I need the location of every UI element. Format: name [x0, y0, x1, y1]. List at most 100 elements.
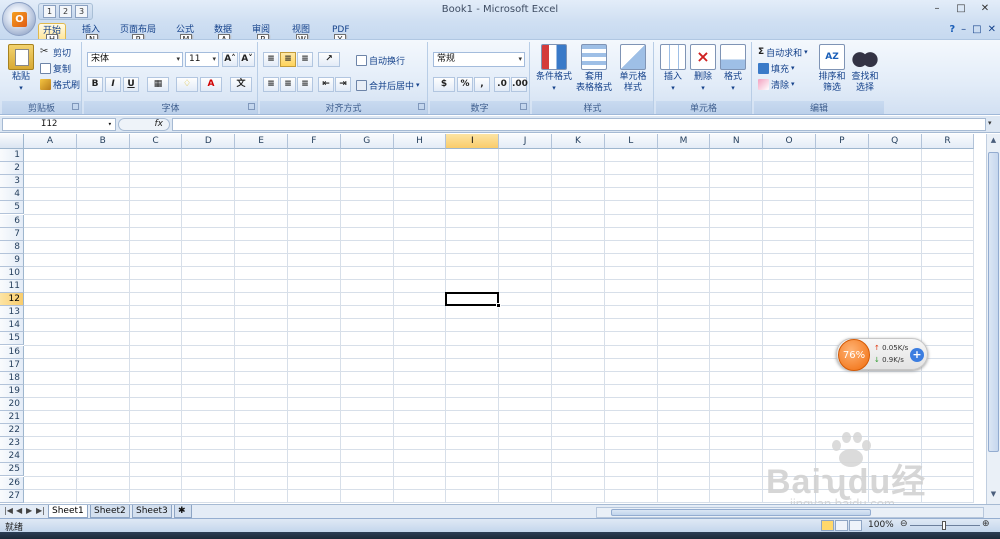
delete-cells-button[interactable]: × 删除 ▾	[688, 44, 718, 94]
prev-sheet-icon[interactable]: ◀	[16, 506, 22, 515]
align-left-button[interactable]: ≡	[263, 77, 279, 92]
fill-color-button[interactable]: ♢	[176, 77, 198, 92]
column-header[interactable]: M	[657, 134, 711, 149]
zoom-knob[interactable]	[942, 521, 946, 530]
find-select-button[interactable]: 查找和 选择	[848, 44, 882, 94]
row-header[interactable]: 18	[0, 371, 24, 385]
sheet-tab-sheet1[interactable]: Sheet1	[48, 505, 88, 518]
merge-center-button[interactable]: 合并后居中 ▾	[356, 78, 420, 92]
alignment-launcher-icon[interactable]	[418, 103, 425, 110]
column-header[interactable]: Q	[868, 134, 922, 149]
phonetic-button[interactable]: 文	[230, 77, 252, 92]
column-header[interactable]: R	[921, 134, 975, 149]
insert-sheet-icon[interactable]: ✱	[174, 505, 192, 518]
wrap-text-button[interactable]: 自动换行	[356, 53, 405, 67]
name-box[interactable]: I12 ▾	[2, 118, 116, 131]
row-header[interactable]: 25	[0, 463, 24, 477]
doc-minimize-button[interactable]: –	[961, 24, 966, 35]
zoom-in-icon[interactable]: ⊕	[982, 519, 990, 529]
zoom-out-icon[interactable]: ⊖	[900, 519, 908, 529]
column-header[interactable]: A	[24, 134, 77, 149]
zoom-slider[interactable]: ⊖ ⊕	[900, 519, 990, 530]
column-header[interactable]: E	[235, 134, 288, 149]
zoom-level[interactable]: 100%	[868, 520, 894, 530]
row-header[interactable]: 21	[0, 411, 24, 425]
column-header[interactable]: B	[76, 134, 130, 149]
column-header[interactable]: O	[763, 134, 816, 149]
sheet-tab-sheet2[interactable]: Sheet2	[90, 505, 130, 518]
close-button[interactable]: ✕	[974, 2, 996, 17]
cut-button[interactable]: ✂ 剪切	[40, 45, 71, 59]
row-header[interactable]: 17	[0, 358, 24, 372]
increase-decimal-button[interactable]: .0	[494, 77, 510, 92]
row-header[interactable]: 12	[0, 293, 24, 307]
align-center-button[interactable]: ≡	[280, 77, 296, 92]
office-button[interactable]: O	[2, 2, 36, 36]
currency-button[interactable]: $	[433, 77, 455, 92]
row-header[interactable]: 23	[0, 437, 24, 451]
column-header[interactable]: H	[393, 134, 447, 149]
page-break-view-button[interactable]	[849, 520, 862, 531]
scroll-up-icon[interactable]: ▲	[988, 136, 999, 148]
column-header[interactable]: C	[129, 134, 183, 149]
normal-view-button[interactable]	[821, 520, 834, 531]
cell-styles-button[interactable]: 单元格 样式	[614, 44, 652, 94]
column-header[interactable]: K	[552, 134, 605, 149]
row-header[interactable]: 7	[0, 227, 24, 241]
qat-save-button[interactable]: 1	[43, 5, 56, 18]
increase-indent-button[interactable]: ⇥	[335, 77, 351, 92]
column-header[interactable]: L	[604, 134, 658, 149]
font-size-combo[interactable]: 11 ▾	[185, 52, 219, 67]
format-painter-button[interactable]: 格式刷	[40, 77, 80, 91]
column-header[interactable]: D	[182, 134, 236, 149]
maximize-button[interactable]: □	[950, 2, 972, 17]
row-header[interactable]: 27	[0, 489, 24, 503]
qat-undo-button[interactable]: 2	[59, 5, 72, 18]
font-launcher-icon[interactable]	[248, 103, 255, 110]
format-as-table-button[interactable]: 套用 表格格式	[574, 44, 614, 94]
align-top-button[interactable]: ≡	[263, 52, 279, 67]
expand-formula-bar-icon[interactable]: ▾	[988, 119, 998, 129]
font-color-button[interactable]: A	[200, 77, 222, 92]
qat-redo-button[interactable]: 3	[75, 5, 88, 18]
fill-handle[interactable]	[496, 303, 502, 309]
grow-font-button[interactable]: A˄	[222, 52, 238, 67]
number-format-combo[interactable]: 常规 ▾	[433, 52, 525, 67]
doc-close-button[interactable]: ✕	[988, 24, 996, 35]
insert-function-button[interactable]: fx	[118, 118, 170, 131]
orientation-button[interactable]: ↗	[318, 52, 340, 67]
horizontal-scrollbar[interactable]	[596, 507, 984, 518]
first-sheet-icon[interactable]: |◀	[4, 506, 13, 515]
clear-button[interactable]: 清除 ▾	[758, 77, 795, 91]
column-header[interactable]: G	[340, 134, 394, 149]
italic-button[interactable]: I	[105, 77, 121, 92]
border-button[interactable]: ▦	[147, 77, 169, 92]
autosum-button[interactable]: Σ 自动求和 ▾	[758, 45, 808, 59]
sort-filter-button[interactable]: AZ 排序和 筛选	[816, 44, 848, 94]
last-sheet-icon[interactable]: ▶|	[36, 506, 45, 515]
row-header[interactable]: 22	[0, 424, 24, 438]
font-name-combo[interactable]: 宋体 ▾	[87, 52, 183, 67]
align-middle-button[interactable]: ≡	[280, 52, 296, 67]
row-header[interactable]: 19	[0, 384, 24, 398]
decrease-indent-button[interactable]: ⇤	[318, 77, 334, 92]
next-sheet-icon[interactable]: ▶	[26, 506, 32, 515]
active-cell[interactable]	[445, 292, 502, 309]
row-header[interactable]: 4	[0, 188, 24, 202]
row-header[interactable]: 14	[0, 319, 24, 333]
column-header[interactable]: F	[288, 134, 341, 149]
fill-button[interactable]: 填充 ▾	[758, 61, 795, 75]
column-header[interactable]: I	[446, 134, 500, 149]
row-header[interactable]: 6	[0, 214, 24, 228]
row-header[interactable]: 1	[0, 149, 24, 163]
align-bottom-button[interactable]: ≡	[297, 52, 313, 67]
page-layout-view-button[interactable]	[835, 520, 848, 531]
row-header[interactable]: 26	[0, 476, 24, 490]
row-header[interactable]: 13	[0, 306, 24, 320]
underline-button[interactable]: U	[123, 77, 139, 92]
comma-button[interactable]: ,	[474, 77, 490, 92]
help-icon[interactable]: ?	[949, 24, 955, 35]
minimize-button[interactable]: –	[926, 2, 948, 17]
decrease-decimal-button[interactable]: .00	[511, 77, 528, 92]
column-header[interactable]: N	[710, 134, 764, 149]
